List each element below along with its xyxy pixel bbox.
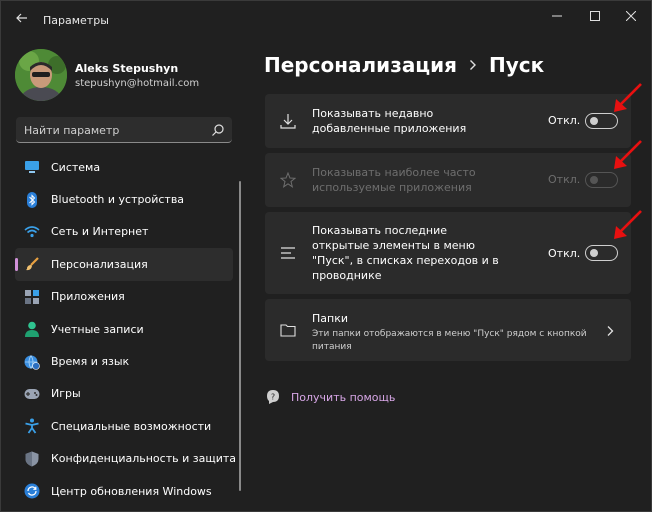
sidebar-item-system[interactable]: Система — [15, 151, 233, 183]
search-box[interactable] — [16, 117, 232, 143]
toggle-state-label: Откл. — [548, 247, 581, 260]
maximize-button[interactable] — [579, 5, 611, 27]
back-arrow-icon — [16, 13, 27, 23]
brush-icon — [24, 256, 40, 272]
title-bar: Параметры — [1, 1, 651, 35]
setting-card-folders[interactable]: Папки Эти папки отображаются в меню "Пус… — [265, 299, 631, 361]
annotation-arrow-icon — [614, 83, 642, 112]
chevron-right-icon — [607, 326, 614, 336]
list-icon — [279, 244, 297, 262]
user-name: Aleks Stepushyn — [75, 62, 179, 75]
sidebar-item-label: Время и язык — [51, 355, 130, 369]
shield-icon — [24, 451, 40, 467]
breadcrumb-separator — [469, 59, 477, 71]
chevron-right-icon — [470, 60, 476, 70]
sidebar-item-accounts[interactable]: Учетные записи — [15, 313, 233, 345]
user-photo-icon — [15, 49, 67, 101]
monitor-icon — [24, 159, 40, 175]
sidebar-item-network[interactable]: Сеть и Интернет — [15, 216, 233, 248]
user-email: stepushyn@hotmail.com — [75, 78, 200, 89]
annotation-arrow-icon — [614, 210, 642, 239]
minimize-icon — [552, 15, 562, 17]
sidebar-item-label: Конфиденциальность и защита — [51, 452, 236, 466]
help-icon: ? — [265, 389, 281, 405]
sidebar-item-label: Учетные записи — [51, 322, 144, 336]
sidebar-item-label: Сеть и Интернет — [51, 225, 149, 239]
sidebar-item-label: Специальные возможности — [51, 419, 212, 433]
minimize-button[interactable] — [541, 5, 573, 27]
sidebar-scrollbar[interactable] — [239, 181, 241, 491]
settings-window: Параметры Aleks Stepushyn stepushyn@hotm… — [0, 0, 652, 512]
folders-description: Эти папки отображаются в меню "Пуск" ряд… — [312, 329, 587, 352]
folder-icon — [279, 321, 297, 339]
avatar[interactable] — [15, 49, 67, 101]
setting-card-most-used-apps: Показывать наиболее часто используемые п… — [265, 153, 631, 207]
download-icon — [279, 112, 297, 130]
breadcrumb: Персонализация Пуск — [264, 51, 544, 79]
apps-icon — [24, 289, 40, 305]
breadcrumb-parent[interactable]: Персонализация — [264, 53, 457, 77]
sidebar-item-gaming[interactable]: Игры — [15, 378, 233, 410]
sidebar-item-label: Игры — [51, 387, 81, 401]
star-icon — [279, 171, 297, 189]
get-help-label: Получить помощь — [291, 390, 396, 404]
gamepad-icon — [24, 386, 40, 402]
wifi-icon — [24, 224, 40, 240]
window-title: Параметры — [43, 14, 109, 27]
get-help-link[interactable]: ? Получить помощь — [265, 389, 395, 405]
sidebar-item-accessibility[interactable]: Специальные возможности — [15, 410, 233, 442]
sidebar-item-label: Персонализация — [51, 257, 148, 271]
setting-title: Показывать наиболее часто используемые п… — [312, 166, 476, 194]
toggle-state-label: Откл. — [548, 114, 581, 127]
toggle-state-label: Откл. — [548, 173, 581, 186]
sidebar-item-label: Приложения — [51, 290, 125, 304]
sidebar-item-time-language[interactable]: Время и язык — [15, 345, 233, 377]
sidebar-item-bluetooth[interactable]: Bluetooth и устройства — [15, 183, 233, 215]
sidebar-item-personalization[interactable]: Персонализация — [15, 248, 233, 281]
sidebar-item-label: Центр обновления Windows — [51, 484, 212, 498]
setting-card-recent-apps: Показывать недавно добавленные приложени… — [265, 94, 631, 148]
person-icon — [24, 321, 40, 338]
recent-items-toggle[interactable] — [585, 245, 618, 261]
close-button[interactable] — [615, 5, 647, 27]
setting-card-recent-items: Показывать последние открытые элементы в… — [265, 212, 631, 294]
search-input[interactable] — [24, 122, 204, 138]
setting-title: Показывать последние открытые элементы в… — [312, 224, 499, 282]
maximize-icon — [590, 11, 600, 21]
sidebar-item-apps[interactable]: Приложения — [15, 281, 233, 313]
close-icon — [626, 11, 636, 21]
search-icon[interactable] — [211, 123, 225, 137]
annotation-arrow-icon — [614, 140, 642, 169]
sidebar-item-label: Система — [51, 160, 101, 174]
setting-title: Показывать недавно добавленные приложени… — [312, 107, 467, 135]
sidebar-item-privacy[interactable]: Конфиденциальность и защита — [15, 443, 236, 475]
sidebar-item-label: Bluetooth и устройства — [51, 193, 185, 207]
most-used-apps-toggle[interactable] — [585, 172, 618, 188]
sidebar-nav: Система Bluetooth и устройства Сеть и Ин… — [15, 151, 236, 507]
update-icon — [24, 483, 40, 499]
back-button[interactable] — [11, 9, 33, 27]
page-title: Пуск — [489, 53, 545, 77]
folders-title: Папки — [312, 312, 348, 325]
recent-apps-toggle[interactable] — [585, 113, 618, 129]
svg-text:?: ? — [271, 393, 275, 402]
bluetooth-icon — [24, 191, 40, 208]
globe-clock-icon — [24, 354, 40, 370]
sidebar-item-windows-update[interactable]: Центр обновления Windows — [15, 475, 233, 507]
accessibility-icon — [24, 418, 40, 434]
